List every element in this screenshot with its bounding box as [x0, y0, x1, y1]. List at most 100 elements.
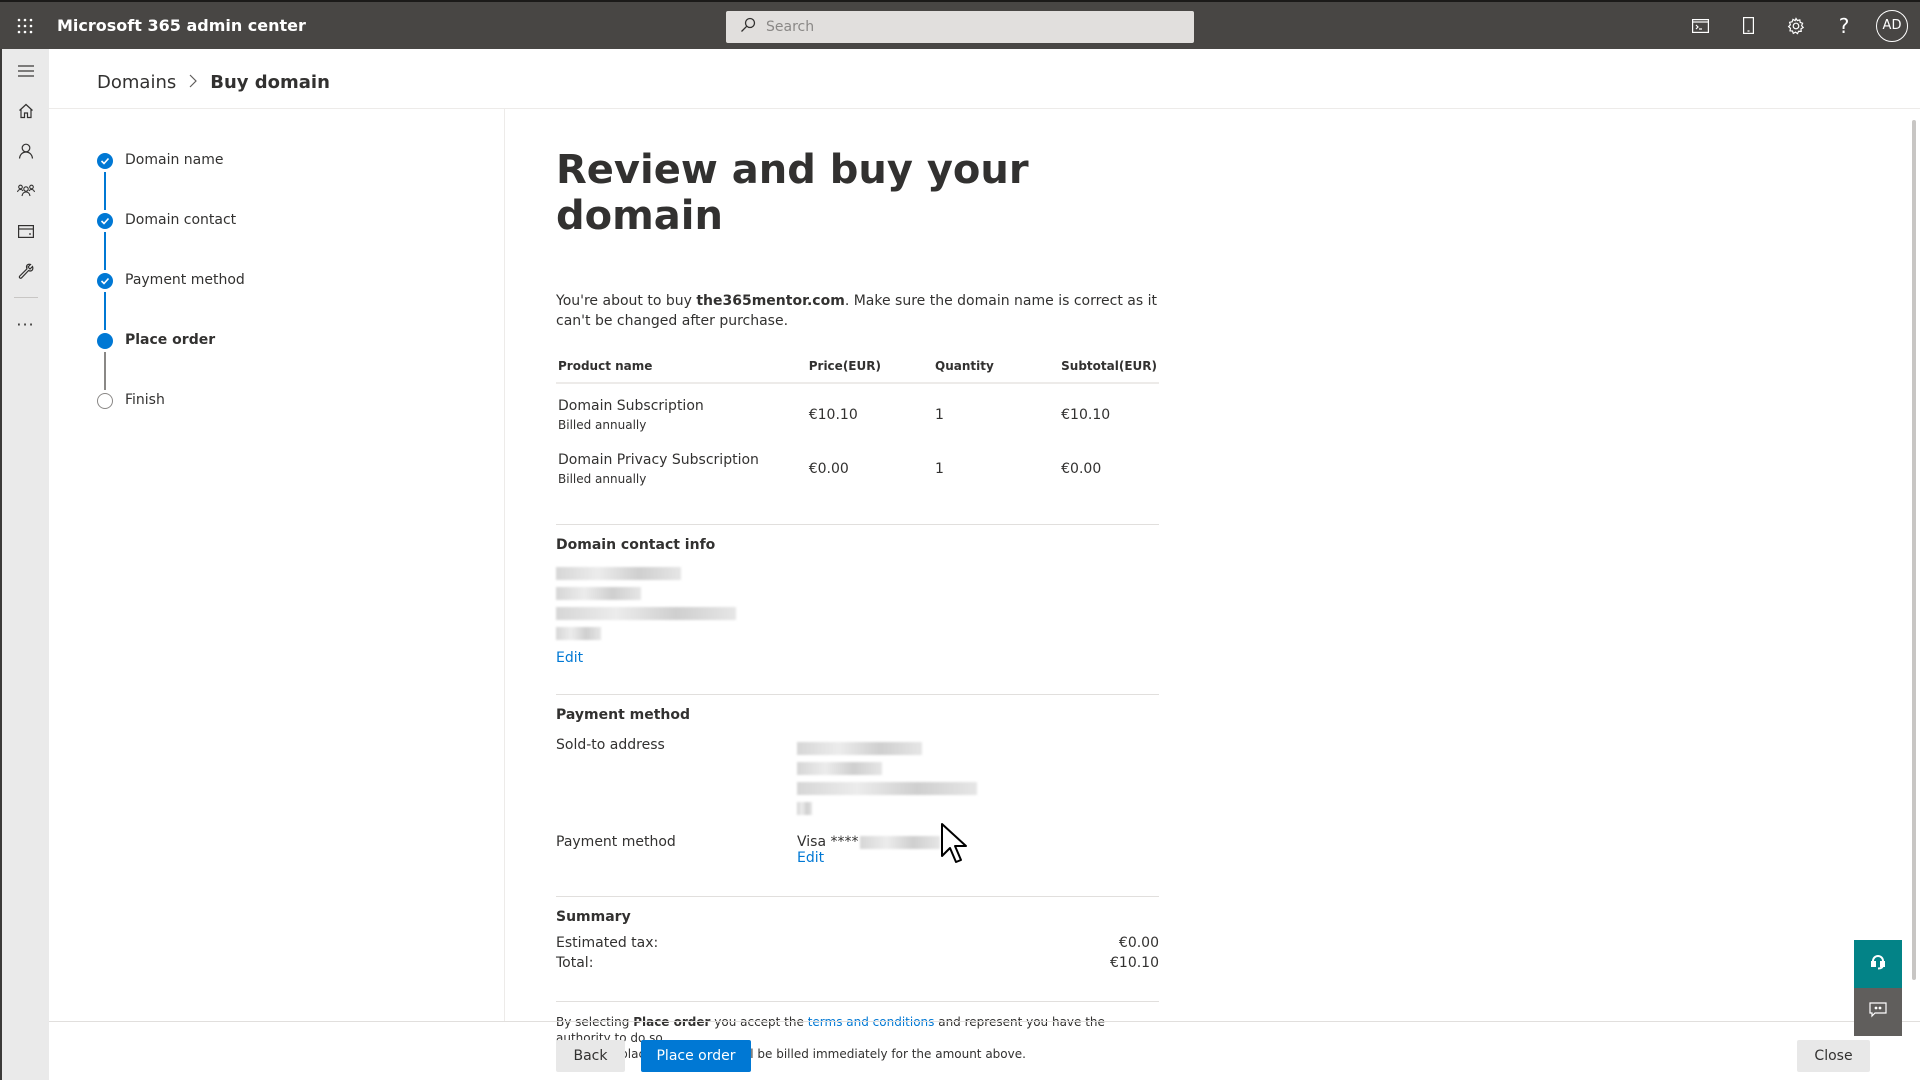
payment-method-value: Visa ****	[797, 834, 859, 850]
section-divider	[556, 524, 1159, 525]
total-value: €10.10	[1110, 955, 1159, 971]
top-bar: Microsoft 365 admin center Search ? AD	[0, 0, 1920, 49]
group-icon[interactable]	[2, 171, 49, 211]
more-icon[interactable]: ···	[2, 304, 49, 344]
step-label: Place order	[125, 332, 216, 348]
page-title: Review and buy your domain	[556, 147, 1029, 239]
panel-divider	[504, 109, 505, 1021]
step-finish: Finish	[97, 392, 245, 452]
edit-contact-link[interactable]: Edit	[556, 650, 583, 666]
hamburger-icon[interactable]	[2, 51, 49, 91]
legal-prefix: By selecting	[556, 1015, 634, 1029]
redacted-text	[556, 607, 736, 620]
close-button[interactable]: Close	[1797, 1040, 1870, 1072]
subtotal: €0.00	[1061, 461, 1102, 477]
sold-to-address-redacted	[797, 737, 977, 822]
quantity: 1	[935, 461, 944, 477]
billing-icon[interactable]	[2, 211, 49, 251]
step-connector	[104, 172, 106, 210]
app-title[interactable]: Microsoft 365 admin center	[57, 16, 306, 35]
setup-icon[interactable]	[2, 251, 49, 291]
search-icon	[740, 17, 756, 37]
step-connector	[104, 232, 106, 270]
app-launcher-icon[interactable]	[0, 2, 49, 49]
breadcrumb-domains-link[interactable]: Domains	[97, 72, 176, 93]
step-payment-method[interactable]: Payment method	[97, 272, 245, 332]
table-row: Domain Privacy Subscription Billed annual…	[556, 438, 1159, 492]
subtotal: €10.10	[1061, 407, 1111, 423]
mouse-cursor-icon	[940, 822, 968, 868]
section-title: Domain contact info	[556, 537, 716, 553]
left-navigation: ···	[0, 49, 49, 1080]
check-icon	[97, 153, 113, 169]
products-table: Product name Price(EUR) Quantity Subtota…	[556, 359, 1159, 492]
gear-icon[interactable]	[1772, 2, 1820, 49]
step-label: Payment method	[125, 272, 245, 288]
search-input[interactable]: Search	[766, 19, 814, 35]
billing-frequency: Billed annually	[558, 472, 647, 486]
step-domain-contact[interactable]: Domain contact	[97, 212, 245, 272]
chevron-right-icon	[188, 72, 198, 93]
help-icon[interactable]: ?	[1820, 2, 1868, 49]
tax-value: €0.00	[1118, 935, 1159, 951]
footer-divider	[49, 1021, 1920, 1022]
column-header: Price(EUR)	[806, 359, 934, 384]
redacted-text	[797, 762, 882, 775]
tax-label: Estimated tax:	[556, 935, 659, 951]
column-header: Quantity	[933, 359, 1060, 384]
avatar[interactable]: AD	[1876, 9, 1908, 42]
intro-text: You're about to buy the365mentor.com. Ma…	[556, 291, 1159, 331]
terminal-icon[interactable]	[1676, 2, 1724, 49]
column-header: Product name	[556, 359, 807, 384]
contact-address-redacted	[556, 567, 1159, 640]
search-box[interactable]: Search	[726, 11, 1194, 43]
section-title: Payment method	[556, 707, 691, 723]
chat-icon	[1869, 1002, 1887, 1022]
edit-payment-link[interactable]: Edit	[797, 850, 824, 866]
redacted-text	[797, 802, 812, 815]
mobile-icon[interactable]	[1724, 2, 1772, 49]
step-connector	[104, 352, 106, 390]
step-connector	[104, 292, 106, 330]
payment-method-row: Payment method Visa **** Edit	[556, 834, 1159, 866]
home-icon[interactable]	[2, 91, 49, 131]
check-icon	[97, 273, 113, 289]
price: €10.10	[808, 407, 858, 423]
redacted-text	[797, 782, 977, 795]
legal-line2: When you place this order, you'll be bil…	[556, 1047, 1026, 1061]
redacted-text	[556, 587, 641, 600]
terms-and-conditions-link[interactable]: terms and conditions	[808, 1015, 935, 1029]
table-header-row: Product name Price(EUR) Quantity Subtota…	[556, 359, 1159, 384]
back-button[interactable]: Back	[556, 1040, 625, 1072]
section-divider	[556, 896, 1159, 897]
domain-name: the365mentor.com	[696, 293, 845, 309]
breadcrumb-current: Buy domain	[210, 72, 330, 93]
total-label: Total:	[556, 955, 594, 971]
payment-method-section: Payment method Sold-to address Payment m…	[556, 707, 1159, 866]
empty-circle-icon	[97, 393, 113, 409]
user-icon[interactable]	[2, 131, 49, 171]
scrollbar[interactable]	[1912, 120, 1916, 980]
sold-to-row: Sold-to address	[556, 737, 1159, 822]
domain-contact-section: Domain contact info Edit	[556, 537, 1159, 666]
breadcrumb: Domains Buy domain	[97, 72, 330, 93]
step-place-order: Place order	[97, 332, 245, 392]
nav-divider	[13, 297, 38, 298]
redacted-text	[797, 742, 922, 755]
section-title: Summary	[556, 909, 631, 925]
headset-icon	[1871, 954, 1885, 974]
help-support-button[interactable]	[1854, 940, 1902, 988]
legal-bold: Place order	[633, 1015, 711, 1029]
place-order-button[interactable]: Place order	[641, 1040, 751, 1072]
redacted-text	[556, 627, 601, 640]
table-row: Domain Subscription Billed annually €10.1…	[556, 384, 1159, 438]
check-icon	[97, 213, 113, 229]
redacted-text	[556, 567, 681, 580]
step-domain-name[interactable]: Domain name	[97, 152, 245, 212]
feedback-button[interactable]	[1854, 988, 1902, 1036]
wizard-stepper: Domain name Domain contact Payment metho…	[97, 152, 245, 452]
product-name: Domain Subscription	[558, 398, 704, 414]
estimated-tax-row: Estimated tax: €0.00	[556, 933, 1159, 953]
payment-method-label: Payment method	[556, 834, 676, 850]
billing-frequency: Billed annually	[558, 418, 647, 432]
